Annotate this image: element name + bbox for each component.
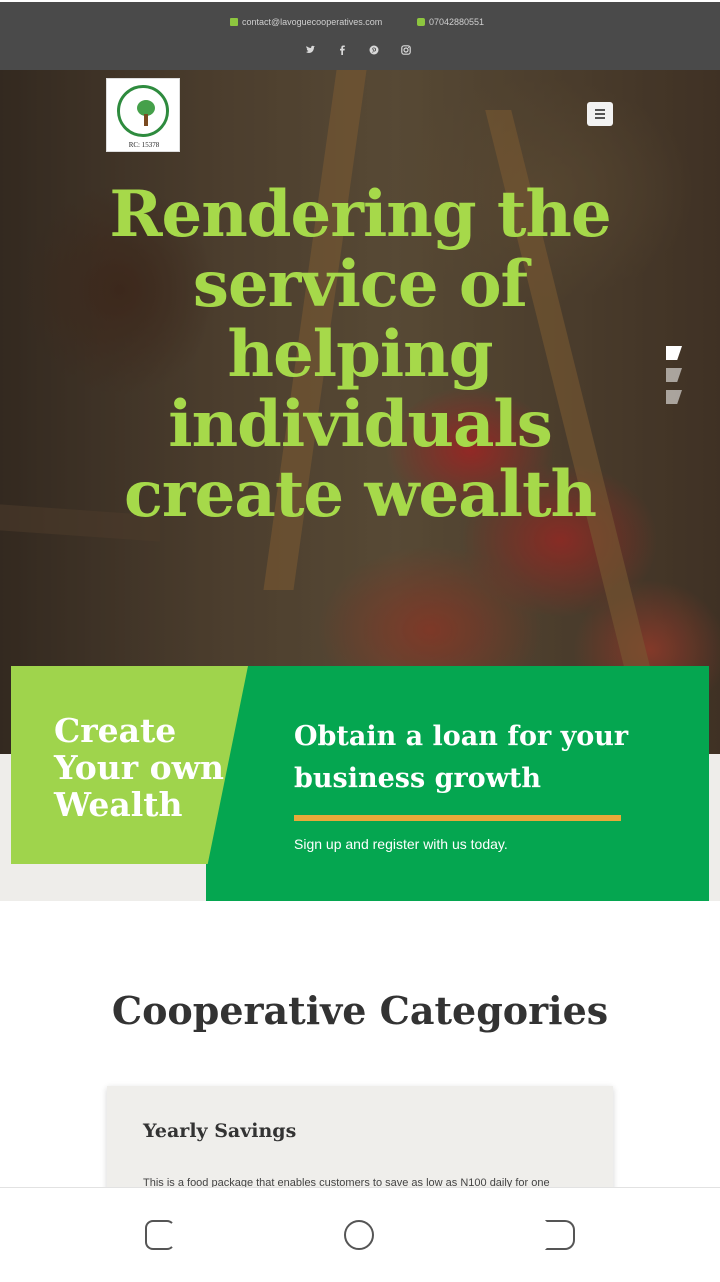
contact-email-link[interactable]: contact@lavoguecooperatives.com xyxy=(230,17,382,27)
social-links xyxy=(0,45,720,59)
hamburger-menu-button[interactable] xyxy=(587,102,613,126)
slider-dot-1[interactable] xyxy=(666,346,682,360)
site-logo[interactable]: RC: 15378 xyxy=(106,78,180,152)
envelope-icon xyxy=(230,18,238,26)
contact-row: contact@lavoguecooperatives.com 07042880… xyxy=(0,17,720,31)
pinterest-icon[interactable] xyxy=(368,45,380,57)
wealth-promo-title: Create Your own Wealth xyxy=(54,711,224,824)
facebook-icon[interactable] xyxy=(336,45,348,57)
slider-dot-2[interactable] xyxy=(666,368,682,382)
system-navigation-bar xyxy=(0,1187,720,1282)
contact-phone-link[interactable]: 07042880551 xyxy=(417,17,484,27)
slider-indicators xyxy=(666,346,682,412)
hero-headline: Rendering the service of helping individ… xyxy=(109,177,611,532)
promo-divider xyxy=(294,815,621,821)
hamburger-icon xyxy=(595,113,605,115)
twitter-icon[interactable] xyxy=(304,45,316,57)
contact-phone-text[interactable]: 07042880551 xyxy=(429,17,484,27)
hamburger-icon xyxy=(595,109,605,111)
signup-prompt[interactable]: Sign up and register with us today. xyxy=(294,836,508,852)
instagram-icon[interactable] xyxy=(400,45,412,57)
contact-email-text[interactable]: contact@lavoguecooperatives.com xyxy=(242,17,382,27)
logo-registration: RC: 15378 xyxy=(128,141,160,149)
recent-apps-icon[interactable] xyxy=(145,1220,175,1250)
hamburger-icon xyxy=(595,117,605,119)
loan-promo-title: Obtain a loan for your business growth xyxy=(294,721,629,794)
phone-icon xyxy=(417,18,425,26)
home-icon[interactable] xyxy=(344,1220,374,1250)
back-icon[interactable] xyxy=(545,1220,575,1250)
top-contact-bar: contact@lavoguecooperatives.com 07042880… xyxy=(0,0,720,70)
categories-heading: Cooperative Categories xyxy=(111,988,609,1033)
category-card-title: Yearly Savings xyxy=(143,1120,297,1142)
tree-trunk xyxy=(144,114,148,126)
hero-banner: RC: 15378 Rendering the service of helpi… xyxy=(0,70,720,754)
logo-emblem xyxy=(117,85,169,137)
slider-dot-3[interactable] xyxy=(666,390,682,404)
